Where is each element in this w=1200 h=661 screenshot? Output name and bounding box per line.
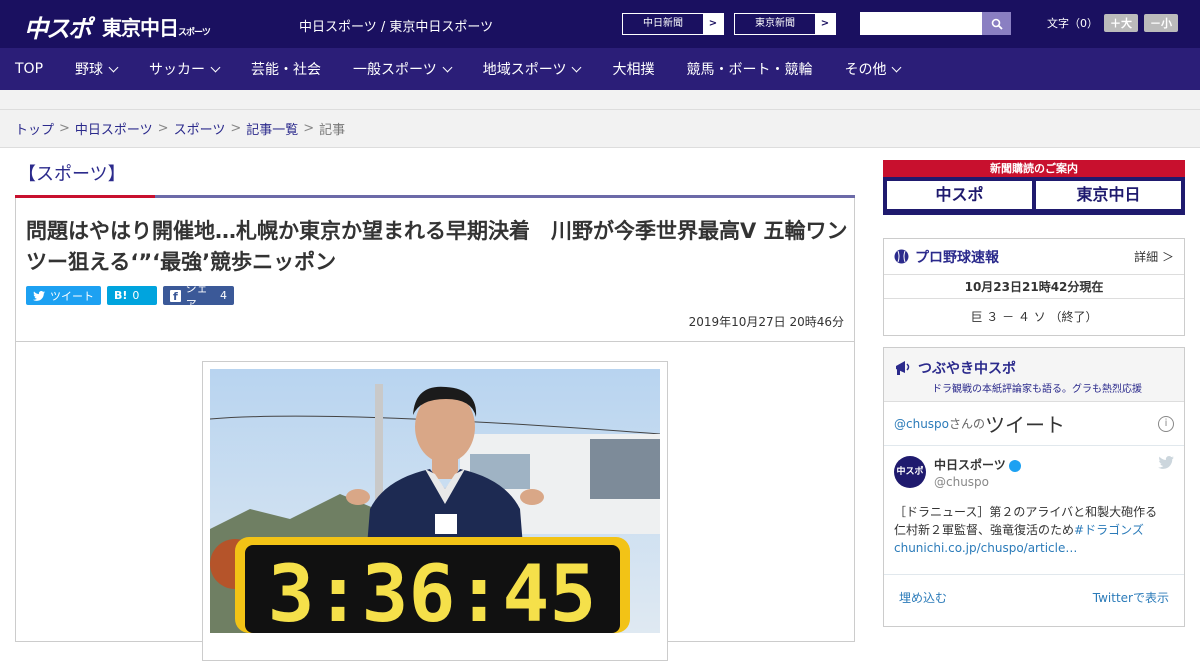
article-photo[interactable]: 3:36:45: [202, 361, 668, 661]
search-form: [860, 12, 1011, 35]
twitter-widget-title: つぶやき中スポ: [918, 361, 1016, 377]
info-icon[interactable]: i: [1158, 415, 1174, 432]
twitter-widget-subtitle: ドラ観戦の本紙評論家も語る。グラも熱烈応援: [932, 384, 1142, 395]
nav-others[interactable]: その他: [844, 48, 902, 90]
twitter-handle-link[interactable]: @chuspo: [894, 417, 949, 431]
search-button[interactable]: [982, 12, 1011, 35]
subscription-title: 新聞購読のご案内: [883, 160, 1185, 177]
chevron-right-icon: >: [703, 14, 723, 34]
top-header: 中スポ 東京中日スポーツ 中日スポーツ / 東京中日スポーツ 中日新聞 > 東京新…: [0, 0, 1200, 48]
main-nav: TOP 野球 サッカー 芸能・社会 一般スポーツ 地域スポーツ 大相撲 競馬・ボ…: [0, 48, 1200, 90]
baseball-details-link[interactable]: 詳細 ＞: [1134, 248, 1174, 265]
chevron-down-icon: [572, 62, 582, 72]
logo-tokyo-chunichi[interactable]: 東京中日スポーツ: [102, 12, 211, 41]
font-size-label: 文字（0）: [1047, 17, 1098, 30]
tweet-author-name[interactable]: 中日スポーツ: [934, 458, 1006, 472]
photo-area: 3:36:45: [16, 341, 854, 661]
logo-chuspo[interactable]: 中スポ: [24, 9, 92, 44]
breadcrumb-chunichi-sports[interactable]: 中日スポーツ: [75, 119, 153, 138]
breadcrumb-article-list[interactable]: 記事一覧: [246, 119, 298, 138]
category-label: 【スポーツ】: [18, 164, 126, 185]
twitter-bird-icon[interactable]: [1158, 456, 1174, 469]
timer-display: 3:36:45: [268, 550, 597, 633]
article-date: 2019年10月27日 20時46分: [688, 315, 844, 329]
embed-link[interactable]: 埋め込む: [899, 589, 947, 606]
article-main: 【スポーツ】 問題はやはり開催地…札幌か東京か望まれる早期決着 川野が今季世界最…: [15, 150, 855, 661]
spacer-bar: [0, 90, 1200, 110]
twitter-handle-suffix: さんの: [949, 417, 986, 431]
category-divider: [15, 195, 855, 198]
view-on-twitter-link[interactable]: Twitterで表示: [1093, 589, 1169, 606]
facebook-icon: f: [170, 289, 181, 303]
breadcrumb-top[interactable]: トップ: [15, 119, 54, 138]
tweets-heading: ツイート: [985, 413, 1066, 437]
tweet-item[interactable]: 中スポ 中日スポーツ @chuspo ［ドラニュース］第２のアライバと和製大砲作…: [884, 446, 1184, 575]
chevron-down-icon: [108, 62, 119, 72]
avatar[interactable]: 中スポ: [894, 456, 926, 488]
nav-racing[interactable]: 競馬・ボート・競輪: [686, 48, 812, 90]
search-input[interactable]: [860, 12, 982, 35]
site-logo[interactable]: 中スポ 東京中日スポーツ: [24, 9, 211, 44]
subscribe-chuspo-button[interactable]: 中スポ: [887, 181, 1032, 209]
subscription-banner[interactable]: 新聞購読のご案内 中スポ 東京中日: [883, 160, 1185, 215]
tweet-text: ［ドラニュース］第２のアライバと和製大砲作る 仁村新２軍監督、強竜復活のため#ド…: [894, 504, 1170, 555]
nav-entertainment[interactable]: 芸能・社会: [251, 48, 321, 90]
font-size-control: 文字（0） ＋大 －小: [1047, 14, 1178, 32]
nav-sumo[interactable]: 大相撲: [612, 48, 654, 90]
subscribe-tokyo-chunichi-button[interactable]: 東京中日: [1036, 181, 1181, 209]
facebook-share-button[interactable]: f シェア 4: [163, 282, 234, 311]
chevron-down-icon: [892, 62, 902, 72]
share-buttons: ツイート B! 0 f シェア 4: [16, 278, 854, 311]
baseball-title: プロ野球速報: [915, 249, 999, 266]
sidebar: 新聞購読のご案内 中スポ 東京中日 プロ野球速報 詳細 ＞ 10月23日21時4…: [883, 160, 1185, 627]
baseball-icon: [894, 249, 909, 264]
twitter-widget: つぶやき中スポ ドラ観戦の本紙評論家も語る。グラも熱烈応援 @chuspo さん…: [883, 347, 1185, 627]
search-icon: [991, 18, 1003, 30]
font-larger-button[interactable]: ＋大: [1104, 14, 1138, 32]
chevron-right-icon: >: [815, 14, 835, 34]
game-score[interactable]: 巨 ３ － ４ ソ （終了）: [884, 299, 1184, 335]
chunichi-shimbun-link[interactable]: 中日新聞 >: [622, 13, 724, 35]
nav-top[interactable]: TOP: [15, 48, 43, 90]
twitter-icon: [33, 290, 45, 301]
tokyo-shimbun-link[interactable]: 東京新聞 >: [734, 13, 836, 35]
nav-soccer[interactable]: サッカー: [149, 48, 221, 90]
verified-badge-icon: [1008, 459, 1021, 472]
tweet-button[interactable]: ツイート: [26, 286, 101, 305]
chevron-down-icon: [442, 62, 453, 72]
breadcrumb-sports[interactable]: スポーツ: [174, 119, 226, 138]
hatena-bookmark-button[interactable]: B! 0: [107, 286, 157, 305]
hatena-icon: B!: [114, 289, 128, 302]
nav-local-sports[interactable]: 地域スポーツ: [483, 48, 582, 90]
nav-baseball[interactable]: 野球: [75, 48, 119, 90]
tweet-author-handle[interactable]: @chuspo: [934, 475, 1021, 489]
baseball-scores: プロ野球速報 詳細 ＞ 10月23日21時42分現在 巨 ３ － ４ ソ （終了…: [883, 238, 1185, 336]
article-box: 問題はやはり開催地…札幌か東京か望まれる早期決着 川野が今季世界最高V 五輪ワン…: [15, 198, 855, 661]
site-name: 中日スポーツ / 東京中日スポーツ: [299, 20, 494, 35]
baseball-update-time: 10月23日21時42分現在: [884, 275, 1184, 299]
nav-general-sports[interactable]: 一般スポーツ: [353, 48, 453, 90]
megaphone-icon: [896, 361, 910, 375]
chevron-down-icon: [210, 62, 221, 72]
article-headline: 問題はやはり開催地…札幌か東京か望まれる早期決着 川野が今季世界最高V 五輪ワン…: [26, 219, 848, 274]
breadcrumb: トップ > 中日スポーツ > スポーツ > 記事一覧 > 記事: [0, 110, 1200, 148]
font-smaller-button[interactable]: －小: [1144, 14, 1178, 32]
athlete-photo: 3:36:45: [209, 369, 661, 640]
breadcrumb-current: 記事: [319, 123, 346, 138]
